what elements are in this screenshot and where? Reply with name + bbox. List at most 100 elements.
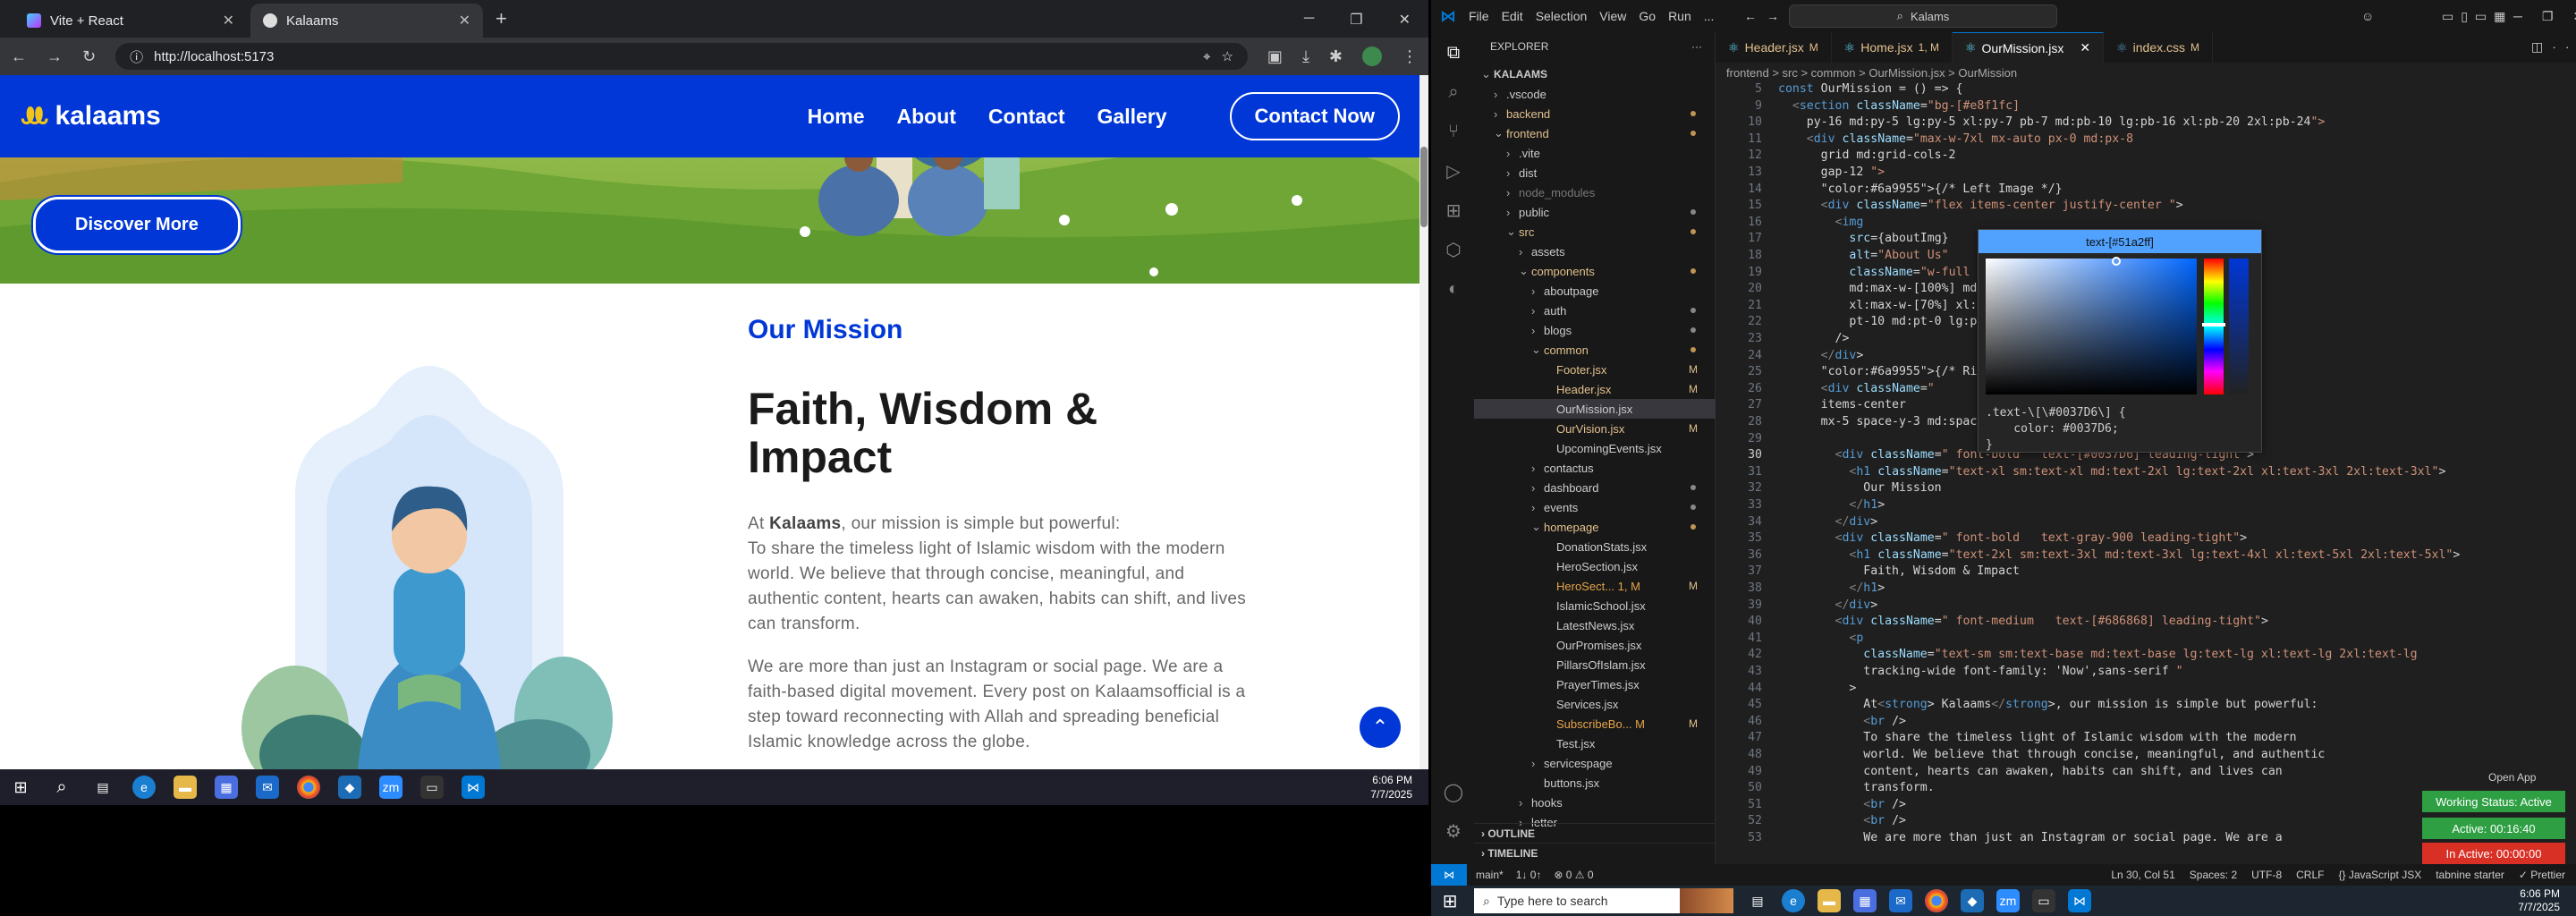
new-tab-icon[interactable]: +: [496, 7, 507, 30]
mail-icon[interactable]: ✉: [1889, 889, 1912, 912]
tree-file[interactable]: OurVision.jsx M: [1474, 419, 1716, 438]
tree-file[interactable]: HeroSect... 1, M M: [1474, 576, 1716, 596]
chrome-icon[interactable]: [297, 776, 320, 799]
close-icon[interactable]: ✕: [459, 12, 470, 30]
tree-file[interactable]: OurMission.jsx: [1474, 399, 1716, 419]
tree-file[interactable]: HeroSection.jsx: [1474, 556, 1716, 576]
location-icon[interactable]: ⌖: [1203, 49, 1210, 64]
tree-folder[interactable]: › blogs: [1474, 320, 1716, 340]
extension-icon[interactable]: ▣: [1267, 47, 1283, 66]
bookmark-star-icon[interactable]: ☆: [1221, 48, 1233, 64]
settings-gear-icon[interactable]: ⚙: [1442, 819, 1465, 843]
discover-more-button[interactable]: Discover More: [33, 197, 241, 253]
saturation-area[interactable]: [1986, 259, 2197, 394]
tree-file[interactable]: OurPromises.jsx: [1474, 635, 1716, 655]
menu-view[interactable]: View: [1599, 9, 1626, 23]
search-icon[interactable]: ⌕: [1442, 81, 1465, 104]
editor-tab[interactable]: ⚛ OurMission.jsx ✕: [1952, 32, 2105, 63]
language-mode[interactable]: {} JavaScript JSX: [2338, 869, 2421, 881]
tree-file[interactable]: LatestNews.jsx: [1474, 615, 1716, 635]
tree-folder[interactable]: › auth: [1474, 301, 1716, 320]
tree-file[interactable]: PillarsOfIslam.jsx: [1474, 655, 1716, 674]
contact-now-button[interactable]: Contact Now: [1229, 92, 1400, 140]
address-bar[interactable]: ⓘ http://localhost:5173 ⌖ ☆: [115, 43, 1248, 70]
tree-folder[interactable]: › public: [1474, 202, 1716, 222]
task-view-icon[interactable]: ▤: [1746, 889, 1769, 912]
tree-folder[interactable]: ⌄ components: [1474, 261, 1716, 281]
color-picker-header[interactable]: text-[#51a2ff]: [1979, 230, 2261, 253]
forward-icon[interactable]: →: [47, 47, 63, 66]
tree-file[interactable]: SubscribeBo... M M: [1474, 714, 1716, 734]
puzzle-icon[interactable]: ✱: [1329, 47, 1343, 66]
app-icon[interactable]: ◆: [1961, 889, 1984, 912]
task-view-icon[interactable]: ▤: [91, 776, 114, 799]
tree-file[interactable]: DonationStats.jsx: [1474, 537, 1716, 556]
prettier-status[interactable]: ✓ Prettier: [2519, 869, 2565, 881]
tabnine-status[interactable]: tabnine starter: [2436, 869, 2504, 881]
scroll-top-button[interactable]: ⌃: [1360, 707, 1401, 748]
menu-edit[interactable]: Edit: [1502, 9, 1523, 23]
back-icon[interactable]: ←: [11, 47, 27, 66]
branch-indicator[interactable]: main*: [1476, 869, 1504, 881]
tree-folder[interactable]: ⌄ KALAAMS: [1474, 64, 1716, 84]
store-icon[interactable]: ▦: [215, 776, 238, 799]
copilot-icon[interactable]: ☺: [2361, 9, 2374, 23]
hue-handle[interactable]: [2202, 323, 2225, 327]
menu-more[interactable]: ...: [1704, 9, 1715, 23]
folder-icon[interactable]: ▬: [1818, 889, 1841, 912]
eol-indicator[interactable]: CRLF: [2296, 869, 2324, 881]
forward-icon[interactable]: →: [1767, 9, 1779, 23]
tree-folder[interactable]: › events: [1474, 497, 1716, 517]
menu-run[interactable]: Run: [1668, 9, 1691, 23]
tree-file[interactable]: PrayerTimes.jsx: [1474, 674, 1716, 694]
tree-folder[interactable]: › node_modules: [1474, 182, 1716, 202]
tree-file[interactable]: Header.jsx M: [1474, 379, 1716, 399]
timeline-section[interactable]: › TIMELINE: [1474, 843, 1716, 862]
windows-start-icon[interactable]: ⊞: [9, 776, 32, 799]
tree-folder[interactable]: › aboutpage: [1474, 281, 1716, 301]
maximize-icon[interactable]: ❐: [1350, 11, 1362, 29]
folder-icon[interactable]: ▬: [174, 776, 197, 799]
tree-file[interactable]: IslamicSchool.jsx: [1474, 596, 1716, 615]
vscode-icon[interactable]: ⋈: [462, 776, 485, 799]
split-editor-icon[interactable]: ◫···: [2531, 39, 2576, 55]
explorer-icon[interactable]: ⧉: [1442, 41, 1465, 64]
run-debug-icon[interactable]: ▷: [1442, 159, 1465, 182]
tree-file[interactable]: Test.jsx: [1474, 734, 1716, 753]
tree-folder[interactable]: › hooks: [1474, 793, 1716, 812]
cursor-position[interactable]: Ln 30, Col 51: [2111, 869, 2174, 881]
tree-folder[interactable]: › dist: [1474, 163, 1716, 182]
terminal-icon[interactable]: ▭: [2032, 889, 2055, 912]
close-tab-icon[interactable]: ✕: [2080, 40, 2090, 55]
menu-file[interactable]: File: [1469, 9, 1489, 23]
tree-folder[interactable]: ⌄ common: [1474, 340, 1716, 360]
tree-folder[interactable]: ⌄ src: [1474, 222, 1716, 242]
remote-indicator-icon[interactable]: ⋈: [1431, 864, 1467, 886]
remote-icon[interactable]: ⬡: [1442, 238, 1465, 261]
tree-folder[interactable]: ⌄ frontend: [1474, 123, 1716, 143]
menu-go[interactable]: Go: [1639, 9, 1656, 23]
close-window-icon[interactable]: ✕: [1399, 11, 1411, 29]
account-icon[interactable]: ◯: [1442, 780, 1465, 803]
color-picker-popup[interactable]: text-[#51a2ff] .text-\[\#0037D6\] { colo…: [1978, 229, 2262, 453]
taskbar-clock[interactable]: 6:06 PM 7/7/2025: [1370, 773, 1412, 802]
tree-file[interactable]: Services.jsx: [1474, 694, 1716, 714]
store-icon[interactable]: ▦: [1853, 889, 1877, 912]
encoding-indicator[interactable]: UTF-8: [2251, 869, 2282, 881]
site-logo[interactable]: ꔚ kalaams: [20, 99, 161, 134]
taskbar-clock[interactable]: 6:06 PM 7/7/2025: [2518, 887, 2560, 914]
window-controls[interactable]: ─❐✕: [2513, 9, 2576, 24]
taskbar-search-input[interactable]: ⌕ Type here to search: [1474, 888, 1733, 913]
source-control-icon[interactable]: ⑂: [1442, 120, 1465, 143]
working-status-badge[interactable]: Working Status: Active: [2422, 791, 2565, 812]
page-scrollbar[interactable]: [1419, 75, 1428, 769]
download-icon[interactable]: ⤓: [1302, 47, 1309, 66]
outline-section[interactable]: › OUTLINE: [1474, 823, 1716, 843]
close-icon[interactable]: ✕: [223, 12, 234, 30]
nav-about[interactable]: About: [897, 105, 956, 129]
color-cursor[interactable]: [2112, 257, 2121, 266]
nav-home[interactable]: Home: [808, 105, 865, 129]
reload-icon[interactable]: ↻: [82, 47, 96, 66]
breadcrumb[interactable]: frontend > src > common > OurMission.jsx…: [1716, 63, 2576, 82]
chrome-icon[interactable]: [1925, 889, 1948, 912]
